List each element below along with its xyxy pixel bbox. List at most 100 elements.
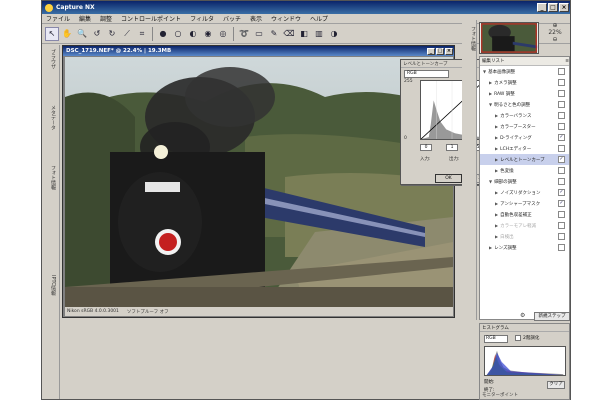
edit-step-item[interactable]: ▶ カラーバランス (480, 110, 569, 121)
menu-help[interactable]: ヘルプ (310, 14, 328, 23)
input-low-field[interactable]: 0 (420, 144, 432, 151)
triangle-down-icon[interactable]: ▼ (489, 179, 492, 184)
steam-locomotive-photo[interactable] (65, 57, 453, 307)
channel-select[interactable]: RGB (404, 70, 449, 78)
threshold-checkbox[interactable]: 2階調化 (515, 335, 539, 341)
triangle-right-icon[interactable]: ▶ (495, 168, 498, 173)
tab-photo-info[interactable]: フォト情報 (45, 165, 57, 190)
menu-view[interactable]: 表示 (250, 14, 262, 23)
edit-step-checkbox[interactable] (558, 101, 565, 108)
edit-step-checkbox[interactable]: ✓ (558, 156, 565, 163)
edit-step-checkbox[interactable]: ✓ (558, 189, 565, 196)
triangle-right-icon[interactable]: ▶ (489, 80, 492, 85)
hand-icon[interactable]: ✋ (60, 27, 74, 41)
triangle-right-icon[interactable]: ▶ (495, 212, 498, 217)
menu-filter[interactable]: フィルタ (190, 14, 214, 23)
input-mid-field[interactable]: 1 (446, 144, 458, 151)
edit-step-checkbox[interactable] (558, 233, 565, 240)
ok-button[interactable]: OK (435, 174, 462, 183)
triangle-right-icon[interactable]: ▶ (495, 124, 498, 129)
edit-step-checkbox[interactable] (558, 222, 565, 229)
birds-eye-thumbnail[interactable] (479, 22, 539, 54)
triangle-right-icon[interactable]: ▶ (495, 223, 498, 228)
triangle-down-icon[interactable]: ▼ (489, 102, 492, 107)
select-arrow-icon[interactable]: ↖ (45, 26, 59, 41)
minimize-icon[interactable]: _ (537, 3, 547, 12)
opacity-icon[interactable]: ◑ (327, 27, 341, 41)
edit-step-item[interactable]: ▶ D-ライティング ✓ (480, 132, 569, 143)
fill-icon[interactable]: ◧ (297, 27, 311, 41)
triangle-right-icon[interactable]: ▶ (495, 157, 498, 162)
tab-iptc-info[interactable]: IPTC情報 (45, 275, 57, 296)
histogram-clear-button[interactable]: クリア (547, 381, 565, 389)
edit-step-item[interactable]: ▶ 自動色収差補正 (480, 209, 569, 220)
edit-step-item[interactable]: ▼ 細部の調整 (480, 176, 569, 187)
eraser-icon[interactable]: ⌫ (282, 27, 296, 41)
edit-step-item[interactable]: ▶ RAW 調整 (480, 88, 569, 99)
edit-step-checkbox[interactable] (558, 112, 565, 119)
edit-step-item[interactable]: ▼ 明るさと色の調整 (480, 99, 569, 110)
edit-step-checkbox[interactable] (558, 145, 565, 152)
step-options-icon[interactable]: ⚙ (520, 312, 525, 319)
edit-step-item[interactable]: ▶ ノイズリダクション ✓ (480, 187, 569, 198)
edit-step-checkbox[interactable] (558, 79, 565, 86)
menu-file[interactable]: ファイル (46, 14, 70, 23)
edit-step-item[interactable]: ▶ カラーモアレ軽減 (480, 220, 569, 231)
triangle-down-icon[interactable]: ▼ (483, 69, 486, 74)
edit-list-menu-icon[interactable]: ≡ (565, 59, 569, 64)
doc-minimize-icon[interactable]: _ (427, 47, 435, 55)
brush-icon[interactable]: ✎ (267, 27, 281, 41)
edit-step-checkbox[interactable] (558, 211, 565, 218)
tab-browser[interactable]: ブラウザ (45, 49, 57, 69)
doc-close-icon[interactable]: × (445, 47, 453, 55)
neutral-point-icon[interactable]: ◐ (186, 27, 200, 41)
edit-step-item[interactable]: ▶ 白検出 (480, 231, 569, 242)
rotate-right-icon[interactable]: ↻ (105, 27, 119, 41)
straighten-icon[interactable]: ⟋ (120, 27, 134, 41)
white-point-icon[interactable]: ○ (171, 27, 185, 41)
triangle-right-icon[interactable]: ▶ (489, 91, 492, 96)
edit-step-checkbox[interactable] (558, 90, 565, 97)
threshold-checkbox-box[interactable] (515, 335, 521, 341)
edit-step-checkbox[interactable]: ✓ (558, 200, 565, 207)
doc-maximize-icon[interactable]: □ (436, 47, 444, 55)
black-point-icon[interactable]: ● (156, 27, 170, 41)
edit-step-item[interactable]: ▶ アンシャープマスク ✓ (480, 198, 569, 209)
rotate-left-icon[interactable]: ↺ (90, 27, 104, 41)
zoom-in-icon[interactable]: ⊕ (542, 22, 568, 29)
histogram-channel-select[interactable]: RGB (484, 335, 508, 343)
triangle-right-icon[interactable]: ▶ (495, 190, 498, 195)
marquee-icon[interactable]: ▭ (252, 27, 266, 41)
triangle-right-icon[interactable]: ▶ (495, 201, 498, 206)
edit-step-item[interactable]: ▼ 基本画像調整 (480, 66, 569, 77)
edit-step-checkbox[interactable] (558, 167, 565, 174)
zoom-icon[interactable]: 🔍 (75, 27, 89, 41)
tab-right-photo-info[interactable]: フォト情報 (465, 26, 477, 51)
triangle-right-icon[interactable]: ▶ (495, 113, 498, 118)
menu-adjust[interactable]: 調整 (100, 14, 112, 23)
triangle-right-icon[interactable]: ▶ (489, 245, 492, 250)
close-icon[interactable]: × (559, 3, 569, 12)
zoom-out-icon[interactable]: ⊖ (542, 36, 568, 43)
triangle-right-icon[interactable]: ▶ (495, 135, 498, 140)
edit-step-checkbox[interactable] (558, 123, 565, 130)
edit-step-item[interactable]: ▶ カメラ調整 (480, 77, 569, 88)
menu-window[interactable]: ウィンドウ (271, 14, 301, 23)
soft-proof-toggle[interactable]: ソフトプルーフ オフ (127, 309, 169, 315)
crop-icon[interactable]: ⌗ (135, 27, 149, 41)
edit-step-item[interactable]: ▶ レベルとトーンカーブ ✓ (480, 154, 569, 165)
maximize-icon[interactable]: □ (548, 3, 558, 12)
gradient-icon[interactable]: ▥ (312, 27, 326, 41)
edit-step-item[interactable]: ▶ LCHエディター (480, 143, 569, 154)
menu-edit[interactable]: 編集 (79, 14, 91, 23)
edit-step-checkbox[interactable] (558, 68, 565, 75)
tab-metadata[interactable]: メタデータ (45, 105, 57, 130)
menu-batch[interactable]: バッチ (223, 14, 241, 23)
edit-step-checkbox[interactable] (558, 244, 565, 251)
new-step-button[interactable]: 新規ステップ (534, 312, 570, 321)
color-point-icon[interactable]: ◉ (201, 27, 215, 41)
triangle-right-icon[interactable]: ▶ (495, 234, 498, 239)
edit-step-item[interactable]: ▶ カラーブースター (480, 121, 569, 132)
edit-step-item[interactable]: ▶ 色変換 (480, 165, 569, 176)
menu-control-point[interactable]: コントロールポイント (121, 14, 181, 23)
